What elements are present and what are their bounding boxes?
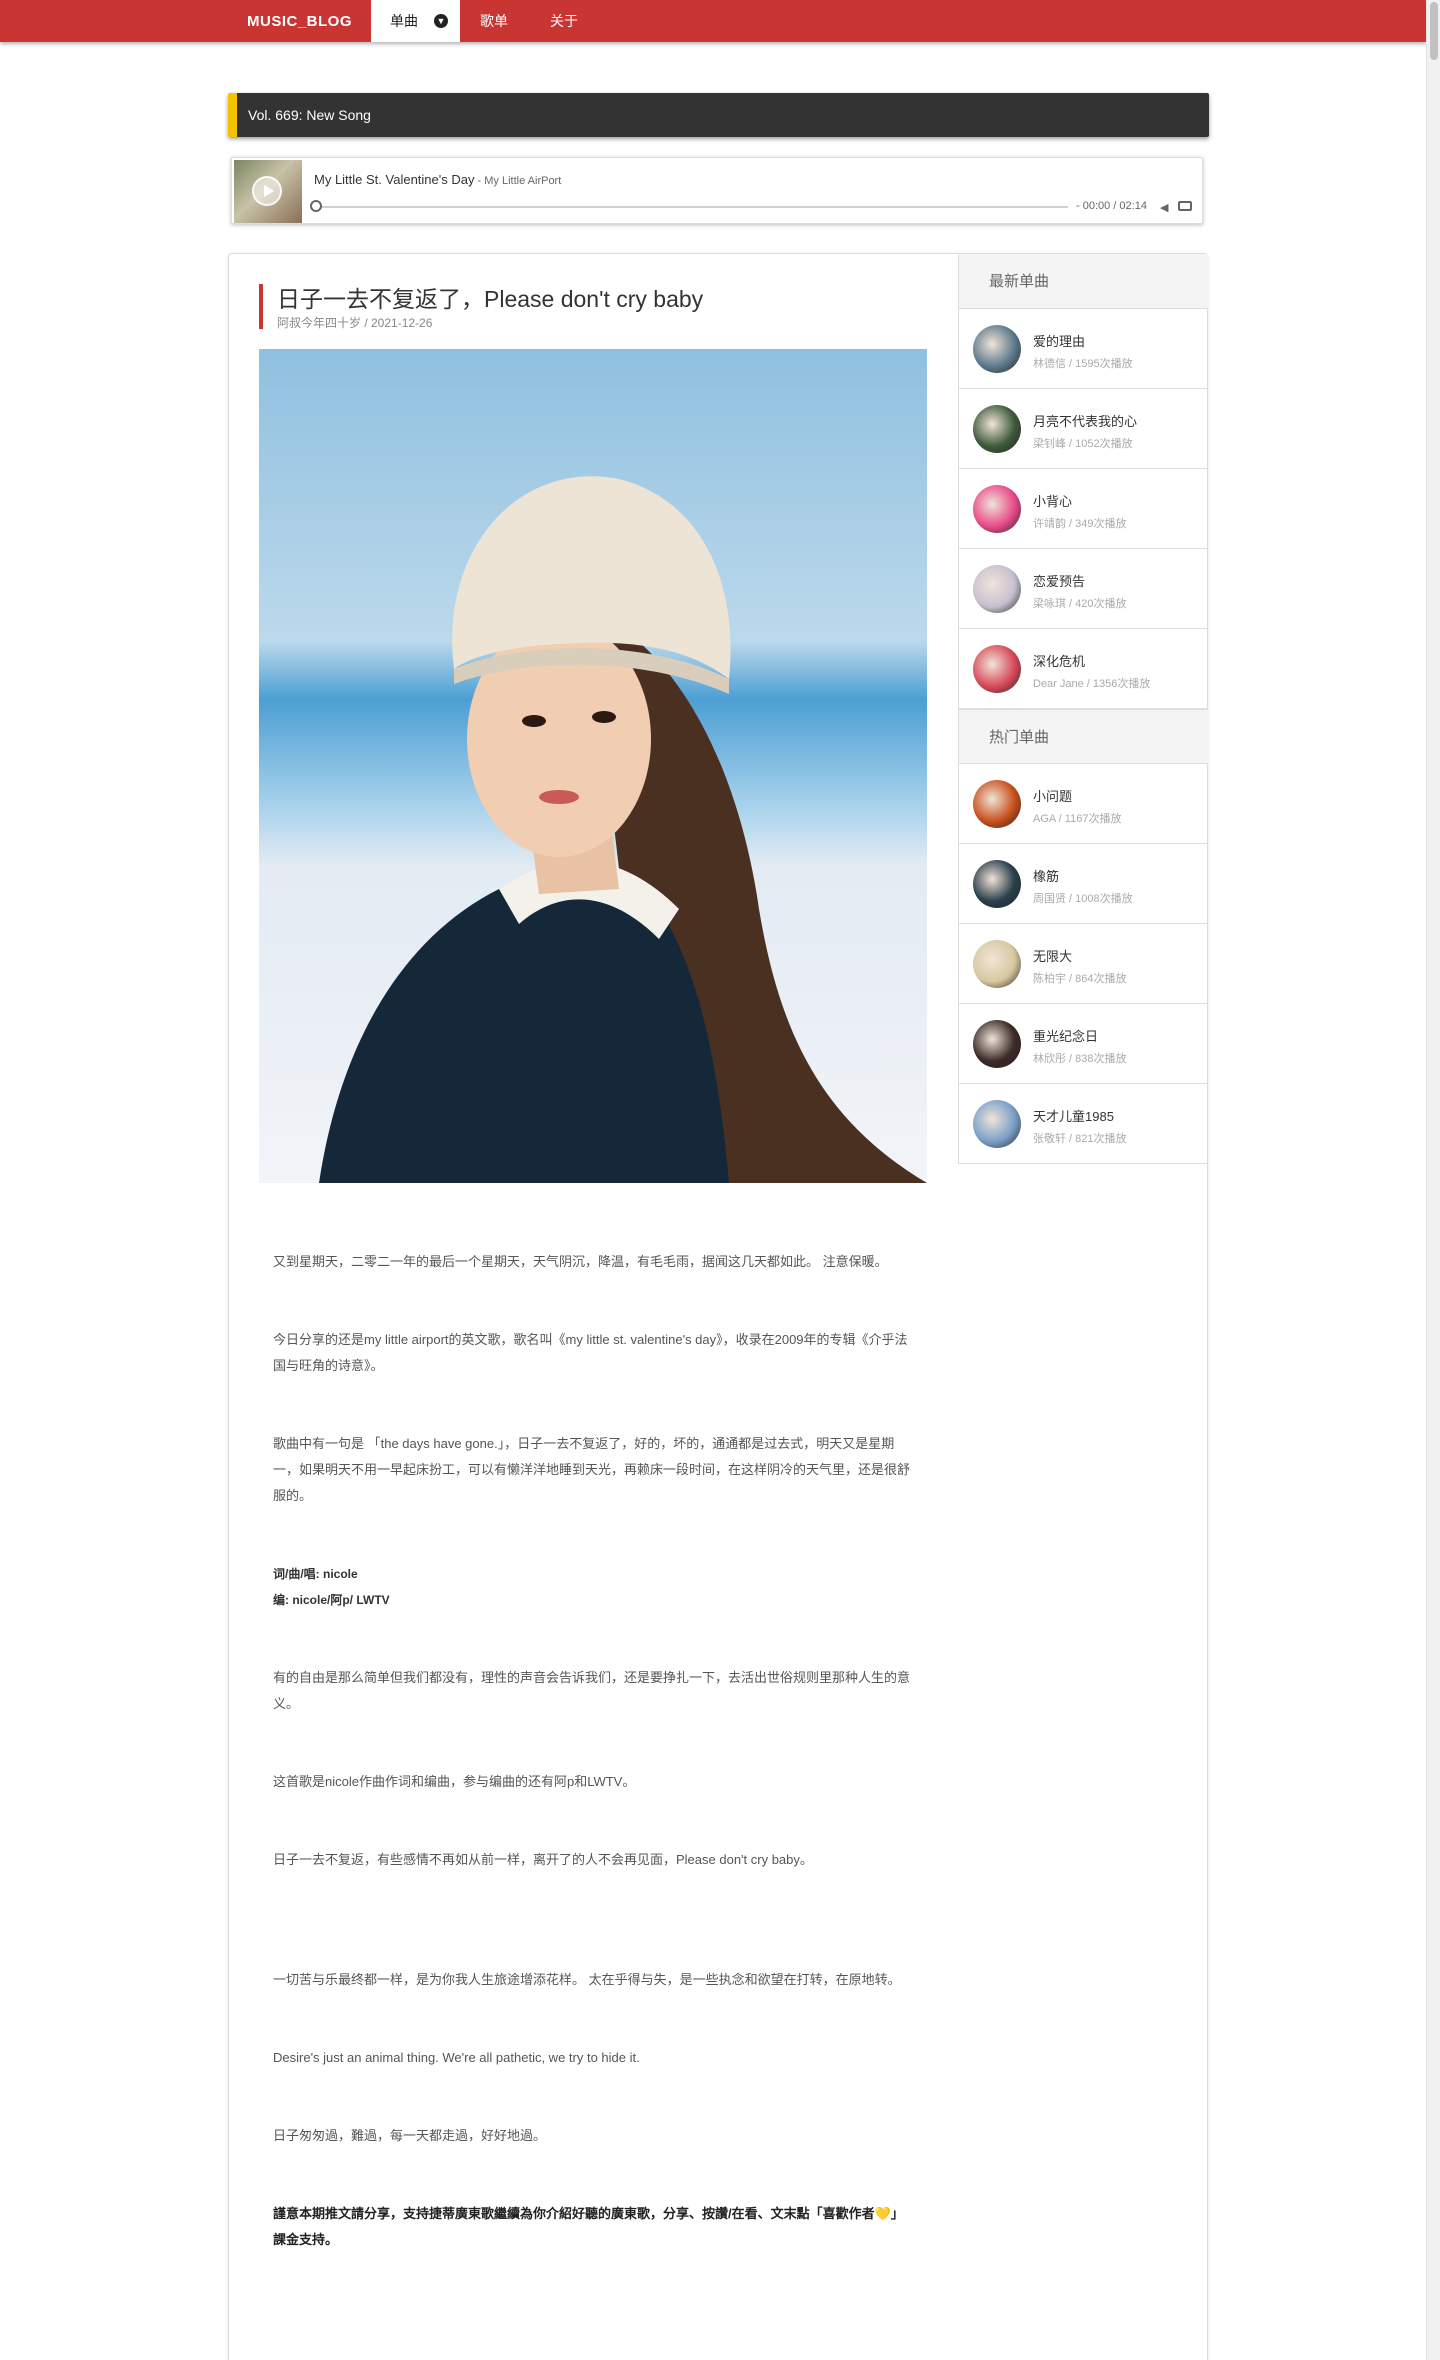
hot-singles-list: 小问题 AGA / 1167次播放橡筋周国贤 / 1008次播放无限大陈柏宇 / … (959, 764, 1208, 1164)
song-list-item[interactable]: 深化危机 Dear Jane / 1356次播放 (959, 629, 1208, 709)
post-header: 日子一去不复返了，Please don't cry baby 阿叔今年四十岁 /… (259, 284, 703, 330)
paragraph-2: 今日分享的还是my little airport的英文歌，歌名叫《my litt… (273, 1332, 908, 1373)
song-name[interactable]: 无限大 (1033, 946, 1072, 965)
song-meta: 梁钊峰 / 1052次播放 (1033, 438, 1133, 450)
tab-single[interactable]: 单曲 ▼ (371, 0, 460, 42)
song-avatar[interactable] (973, 1100, 1021, 1148)
post-title[interactable]: 日子一去不复返了，Please don't cry baby (277, 284, 703, 314)
song-list-item[interactable]: 爱的理由林德信 / 1595次播放 (959, 309, 1208, 389)
paragraph-10: 日子匆匆過，難過，每一天都走過，好好地過。 (273, 2128, 547, 2143)
song-name[interactable]: 橡筋 (1033, 866, 1059, 885)
song-meta: 许靖韵 / 349次播放 (1033, 518, 1127, 530)
song-list-item[interactable]: 恋爱预告梁咏琪 / 420次播放 (959, 549, 1208, 629)
progress-track[interactable] (316, 206, 1068, 208)
song-list-item[interactable]: 无限大陈柏宇 / 864次播放 (959, 924, 1208, 1004)
song-name[interactable]: 月亮不代表我的心 (1033, 411, 1137, 430)
player-song-title: My Little St. Valentine's Day - My Littl… (314, 172, 561, 187)
song-avatar[interactable] (973, 645, 1021, 693)
paragraph-9: Desire's just an animal thing. We're all… (273, 2050, 640, 2065)
song-list-item[interactable]: 小问题 AGA / 1167次播放 (959, 764, 1208, 844)
song-avatar[interactable] (973, 325, 1021, 373)
tab-single-label: 单曲 (390, 13, 418, 29)
song-list-item[interactable]: 月亮不代表我的心梁钊峰 / 1052次播放 (959, 389, 1208, 469)
post-body: 又到星期天，二零二一年的最后一个星期天，天气阴沉，降温，有毛毛雨，据闻这几天都如… (273, 1249, 913, 2305)
song-meta: AGA / 1167次播放 (1033, 813, 1122, 825)
song-list-item[interactable]: 橡筋周国贤 / 1008次播放 (959, 844, 1208, 924)
song-name[interactable]: 爱的理由 (1033, 331, 1085, 350)
song-avatar[interactable] (973, 405, 1021, 453)
page-scrollbar[interactable] (1426, 0, 1440, 2360)
main-card: 日子一去不复返了，Please don't cry baby 阿叔今年四十岁 /… (228, 253, 1208, 2360)
audio-player: My Little St. Valentine's Day - My Littl… (231, 157, 1203, 224)
latest-singles-list: 爱的理由林德信 / 1595次播放月亮不代表我的心梁钊峰 / 1052次播放小背… (959, 309, 1208, 709)
paragraph-11: 謹意本期推文請分享，支持捷蒂廣東歌繼續為你介紹好聽的廣東歌，分享、按讚/在看、文… (273, 2206, 904, 2247)
paragraph-6: 这首歌是nicole作曲作词和编曲，参与编曲的还有阿p和LWTV。 (273, 1774, 636, 1789)
song-meta: 林欣彤 / 838次播放 (1033, 1053, 1127, 1065)
tab-playlist[interactable]: 歌单 (480, 0, 508, 42)
scrollbar-thumb[interactable] (1430, 2, 1438, 60)
song-name[interactable]: 重光纪念日 (1033, 1026, 1098, 1045)
loop-icon[interactable] (1178, 201, 1192, 211)
player-time: - 00:00 / 02:14 (1076, 200, 1147, 212)
paragraph-8: 一切苦与乐最终都一样，是为你我人生旅途增添花样。 太在乎得与失，是一些执念和欲望… (273, 1972, 901, 1987)
latest-singles-heading: 最新单曲 (959, 254, 1208, 309)
credits: 词/曲/唱: nicole 编: nicole/阿p/ LWTV (273, 1567, 390, 1607)
song-avatar[interactable] (973, 565, 1021, 613)
paragraph-1: 又到星期天，二零二一年的最后一个星期天，天气阴沉，降温，有毛毛雨，据闻这几天都如… (273, 1254, 888, 1269)
player-title-text: My Little St. Valentine's Day (314, 172, 475, 187)
song-name[interactable]: 天才儿童1985 (1033, 1106, 1114, 1125)
top-nav-bar: MUSIC_BLOG 单曲 ▼ 歌单 关于 (0, 0, 1426, 42)
song-avatar[interactable] (973, 940, 1021, 988)
song-list-item[interactable]: 重光纪念日林欣彤 / 838次播放 (959, 1004, 1208, 1084)
post-cover-image (259, 349, 927, 1183)
song-avatar[interactable] (973, 780, 1021, 828)
song-name[interactable]: 恋爱预告 (1033, 571, 1085, 590)
paragraph-7: 日子一去不复返，有些感情不再如从前一样，离开了的人不会再见面，Please do… (273, 1852, 813, 1867)
hot-singles-heading: 热门单曲 (959, 709, 1208, 764)
post-meta: 阿叔今年四十岁 / 2021-12-26 (277, 316, 433, 330)
song-list-item[interactable]: 小背心许靖韵 / 349次播放 (959, 469, 1208, 549)
tab-about[interactable]: 关于 (550, 0, 578, 42)
song-meta: Dear Jane / 1356次播放 (1033, 678, 1151, 690)
paragraph-3: 歌曲中有一句是 「the days have gone.」，日子一去不复返了，好… (273, 1436, 911, 1503)
album-cover (234, 160, 302, 223)
song-avatar[interactable] (973, 485, 1021, 533)
song-meta: 林德信 / 1595次播放 (1033, 358, 1133, 370)
song-meta: 周国贤 / 1008次播放 (1033, 893, 1133, 905)
chevron-down-icon[interactable]: ▼ (434, 14, 448, 28)
song-meta: 陈柏宇 / 864次播放 (1033, 973, 1127, 985)
song-avatar[interactable] (973, 1020, 1021, 1068)
progress-knob[interactable] (310, 200, 322, 212)
volume-icon[interactable]: ◀ (1160, 201, 1168, 214)
song-avatar[interactable] (973, 860, 1021, 908)
play-icon[interactable] (252, 176, 282, 206)
player-artist: - My Little AirPort (474, 175, 562, 187)
song-meta: 梁咏琪 / 420次播放 (1033, 598, 1127, 610)
paragraph-5: 有的自由是那么简单但我们都没有，理性的声音会告诉我们，还是要挣扎一下，去活出世俗… (273, 1670, 911, 1711)
song-meta: 张敬轩 / 821次播放 (1033, 1133, 1127, 1145)
portrait-illustration (259, 349, 927, 1183)
song-name[interactable]: 小问题 (1033, 786, 1072, 805)
song-name[interactable]: 小背心 (1033, 491, 1072, 510)
volume-header: Vol. 669: New Song (228, 93, 1209, 137)
song-name[interactable]: 深化危机 (1033, 651, 1085, 670)
song-list-item[interactable]: 天才儿童1985 张敬轩 / 821次播放 (959, 1084, 1208, 1164)
brand-logo[interactable]: MUSIC_BLOG (247, 13, 352, 30)
sidebar: 最新单曲 爱的理由林德信 / 1595次播放月亮不代表我的心梁钊峰 / 1052… (958, 254, 1208, 1164)
